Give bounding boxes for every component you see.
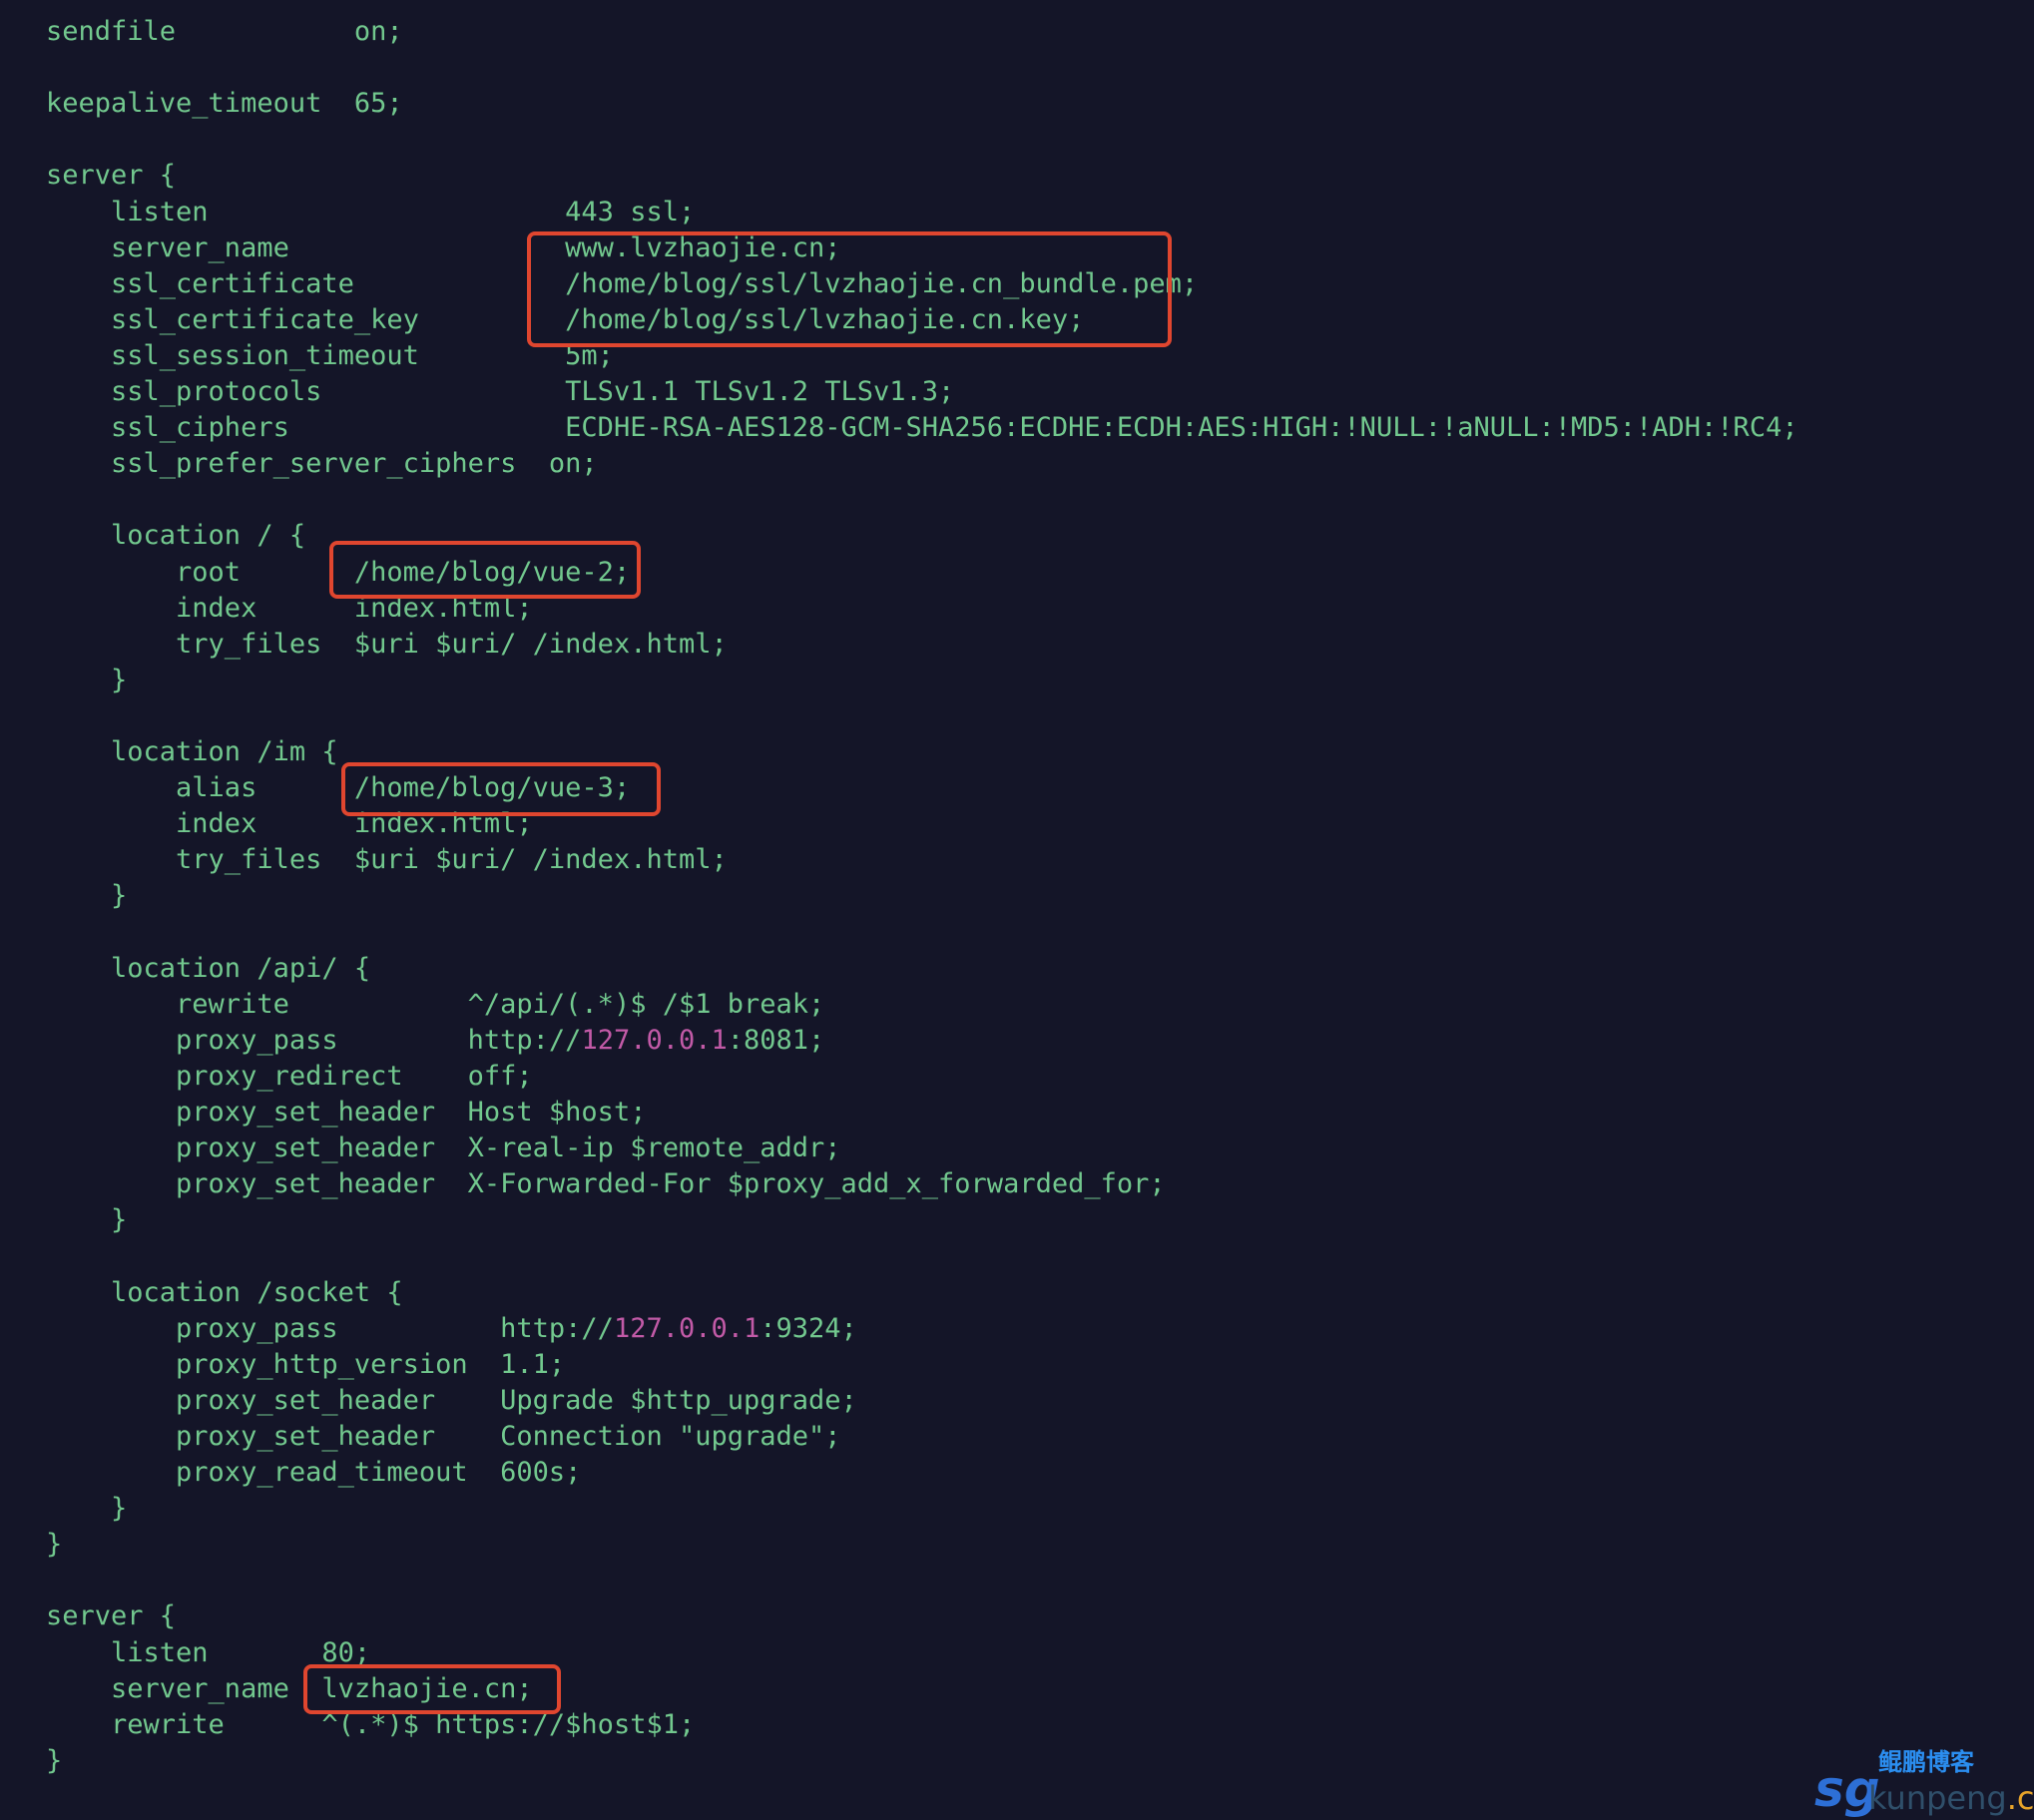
code-line: } bbox=[46, 878, 127, 914]
code-line-text: proxy_redirect off; bbox=[46, 1060, 533, 1092]
code-line: ssl_protocols TLSv1.1 TLSv1.2 TLSv1.3; bbox=[46, 374, 954, 410]
highlight-ssl-paths bbox=[527, 231, 1172, 347]
code-line-text: ssl_protocols TLSv1.1 TLSv1.2 TLSv1.3; bbox=[46, 376, 955, 407]
port-suffix: :9324; bbox=[760, 1312, 857, 1344]
code-line: proxy_pass http://127.0.0.1:8081; bbox=[46, 1023, 824, 1059]
code-line: proxy_set_header X-real-ip $remote_addr; bbox=[46, 1131, 841, 1166]
code-line-text: location /socket { bbox=[46, 1276, 403, 1308]
code-line: proxy_http_version 1.1; bbox=[46, 1347, 565, 1383]
code-line-text: proxy_set_header X-real-ip $remote_addr; bbox=[46, 1133, 841, 1164]
code-line-text: server { bbox=[46, 1600, 177, 1632]
code-line: try_files $uri $uri/ /index.html; bbox=[46, 627, 728, 663]
code-line-text: proxy_set_header X-Forwarded-For $proxy_… bbox=[46, 1168, 1166, 1200]
code-line: ssl_prefer_server_ciphers on; bbox=[46, 446, 598, 482]
code-line-text: } bbox=[46, 880, 128, 912]
watermark-brand: 鲲鹏博客 bbox=[1878, 1748, 1974, 1776]
code-line: server { bbox=[46, 1598, 176, 1634]
code-line-text: } bbox=[46, 1744, 63, 1776]
code-line-text: try_files $uri $uri/ /index.html; bbox=[46, 844, 728, 876]
code-line-text: proxy_set_header Host $host; bbox=[46, 1097, 647, 1128]
ip-literal: 127.0.0.1 bbox=[581, 1024, 728, 1056]
code-line: proxy_set_header Upgrade $http_upgrade; bbox=[46, 1383, 857, 1419]
code-line: } bbox=[46, 1527, 62, 1563]
code-line-text: proxy_pass http:// bbox=[46, 1312, 614, 1344]
code-line: proxy_set_header X-Forwarded-For $proxy_… bbox=[46, 1166, 1166, 1202]
code-line-text: proxy_set_header Upgrade $http_upgrade; bbox=[46, 1384, 857, 1416]
highlight-server-name bbox=[303, 1664, 561, 1714]
code-line: proxy_pass http://127.0.0.1:9324; bbox=[46, 1311, 857, 1347]
code-line: proxy_set_header Host $host; bbox=[46, 1095, 646, 1131]
code-line: ssl_ciphers ECDHE-RSA-AES128-GCM-SHA256:… bbox=[46, 410, 1798, 446]
code-line-text: try_files $uri $uri/ /index.html; bbox=[46, 628, 728, 660]
code-line: keepalive_timeout 65; bbox=[46, 86, 403, 122]
code-line: location /api/ { bbox=[46, 951, 370, 987]
code-line: } bbox=[46, 1491, 127, 1527]
code-line: proxy_read_timeout 600s; bbox=[46, 1455, 581, 1491]
code-line: } bbox=[46, 1743, 62, 1779]
ip-literal: 127.0.0.1 bbox=[613, 1312, 761, 1344]
code-line-text: location /api/ { bbox=[46, 952, 371, 984]
code-line-text: proxy_read_timeout 600s; bbox=[46, 1457, 582, 1488]
code-line-text: } bbox=[46, 1493, 128, 1525]
code-line-text: proxy_pass http:// bbox=[46, 1024, 582, 1056]
code-line: proxy_set_header Connection "upgrade"; bbox=[46, 1419, 841, 1455]
code-line: location /socket { bbox=[46, 1275, 403, 1311]
code-line-text: server { bbox=[46, 160, 177, 192]
code-editor: sendfile on; keepalive_timeout 65; server … bbox=[0, 0, 2034, 1820]
port-suffix: :8081; bbox=[727, 1024, 825, 1056]
highlight-vue2-root bbox=[329, 541, 641, 599]
code-line-text: listen 443 ssl; bbox=[46, 196, 696, 228]
code-line: try_files $uri $uri/ /index.html; bbox=[46, 842, 728, 878]
code-line: } bbox=[46, 1202, 127, 1238]
code-line-text: ssl_prefer_server_ciphers on; bbox=[46, 448, 598, 480]
code-line: location / { bbox=[46, 518, 305, 554]
watermark-domain-main: kunpeng bbox=[1868, 1779, 2007, 1817]
code-line: rewrite ^/api/(.*)$ /$1 break; bbox=[46, 987, 824, 1023]
watermark-domain-tld: .cn bbox=[2006, 1779, 2034, 1817]
code-line-text: location / { bbox=[46, 520, 306, 552]
code-line-text: } bbox=[46, 1204, 128, 1236]
code-line-text: rewrite ^/api/(.*)$ /$1 break; bbox=[46, 988, 825, 1020]
code-line-text: proxy_set_header Connection "upgrade"; bbox=[46, 1420, 841, 1452]
code-line: listen 443 ssl; bbox=[46, 195, 695, 230]
code-line: proxy_redirect off; bbox=[46, 1059, 533, 1095]
code-line-text: } bbox=[46, 1529, 63, 1561]
code-line: server { bbox=[46, 158, 176, 194]
code-line-text: } bbox=[46, 664, 128, 695]
code-line-text: listen 80; bbox=[46, 1636, 371, 1668]
highlight-vue3-alias bbox=[341, 762, 661, 816]
code-line: } bbox=[46, 663, 127, 698]
code-line-text: sendfile on; bbox=[46, 16, 403, 47]
code-line-text: proxy_http_version 1.1; bbox=[46, 1348, 566, 1380]
code-line: location /im { bbox=[46, 734, 338, 770]
watermark: sg 鲲鹏博客 kunpeng.cn bbox=[1814, 1748, 2034, 1820]
watermark-domain: kunpeng.cn bbox=[1868, 1780, 2034, 1816]
code-line: sendfile on; bbox=[46, 14, 403, 50]
code-line-text: ssl_ciphers ECDHE-RSA-AES128-GCM-SHA256:… bbox=[46, 412, 1798, 444]
code-line-text: location /im { bbox=[46, 736, 338, 767]
code-line-text: keepalive_timeout 65; bbox=[46, 88, 403, 120]
